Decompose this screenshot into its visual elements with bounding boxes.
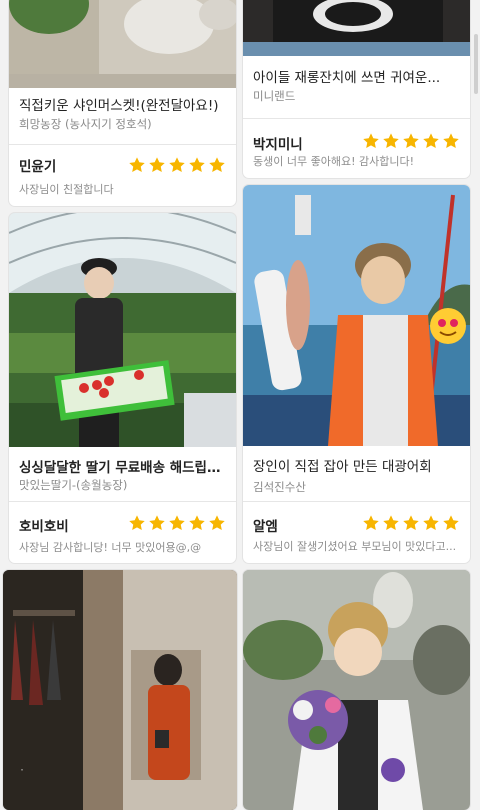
review-comment: 사장님이 친절합니다 [19, 183, 114, 196]
reviewer-name: 박지미니 [253, 137, 303, 153]
rating-stars [362, 132, 460, 150]
product-photo [9, 213, 236, 447]
star-icon [443, 133, 459, 148]
reviewer-name: 민윤기 [19, 159, 57, 175]
svg-text:": " [21, 769, 23, 775]
product-photo [243, 185, 470, 446]
shop-name: 김석진수산 [253, 480, 306, 494]
star-icon [169, 515, 185, 530]
product-card-bottom-right[interactable] [243, 570, 470, 810]
product-title: 장인이 직접 잡아 만든 대광어회 [253, 459, 432, 475]
product-title: 싱싱달달한 딸기 무료배송 해드립니다. [19, 460, 228, 476]
star-icon [403, 133, 419, 148]
star-icon [383, 515, 399, 530]
shop-name: 희망농장 (농사지기 정호석) [19, 117, 152, 131]
rating-stars [128, 514, 226, 532]
product-card-shine-muscat[interactable]: 직접키운 샤인머스켓!(완전달아요!) 희망농장 (농사지기 정호석) 민윤기 … [9, 0, 236, 206]
product-card-bottom-left[interactable]: " [3, 570, 237, 810]
reviewer-name: 알엠 [253, 519, 278, 535]
star-icon [209, 515, 225, 530]
review-comment: 동생이 너무 좋아해요! 감사합니다! [253, 155, 414, 168]
shop-name: 미니랜드 [253, 89, 296, 103]
star-icon [363, 133, 379, 148]
product-photo [9, 0, 236, 88]
product-card-flatfish[interactable]: 장인이 직접 잡아 만든 대광어회 김석진수산 알엠 사장님이 잘생기셨어요 부… [243, 185, 470, 563]
rating-stars [362, 514, 460, 532]
product-card-strawberry[interactable]: 싱싱달달한 딸기 무료배송 해드립니다. 맛있는딸기-(송월농장) 호비호비 사… [9, 213, 236, 563]
shop-name: 맛있는딸기-(송월농장) [19, 478, 128, 492]
star-icon [149, 515, 165, 530]
scrollbar[interactable] [474, 34, 478, 94]
reviewer-name: 호비호비 [19, 519, 69, 535]
product-title: 직접키운 샤인머스켓!(완전달아요!) [19, 98, 219, 114]
star-icon [129, 515, 145, 530]
star-icon [129, 157, 145, 172]
product-title: 아이들 재롱잔치에 쓰면 귀여운... [253, 70, 441, 86]
star-icon [169, 157, 185, 172]
star-icon [189, 157, 205, 172]
divider [243, 501, 470, 502]
star-icon [443, 515, 459, 530]
divider [9, 501, 236, 502]
star-icon [383, 133, 399, 148]
divider [243, 118, 470, 119]
star-icon [363, 515, 379, 530]
review-comment: 사장님이 잘생기셨어요 부모님이 맛있다고... [253, 540, 457, 553]
review-comment: 사장님 감사합니당! 너무 맛있어용@,@ [19, 541, 202, 554]
star-icon [423, 515, 439, 530]
star-icon [149, 157, 165, 172]
star-icon [403, 515, 419, 530]
star-icon [209, 157, 225, 172]
product-photo [243, 0, 470, 56]
product-photo: " [3, 570, 237, 810]
product-card-kids-costume[interactable]: 아이들 재롱잔치에 쓰면 귀여운... 미니랜드 박지미니 동생이 너무 좋아해… [243, 0, 470, 178]
star-icon [423, 133, 439, 148]
star-icon [189, 515, 205, 530]
divider [9, 144, 236, 145]
rating-stars [128, 156, 226, 174]
product-photo [243, 570, 470, 810]
